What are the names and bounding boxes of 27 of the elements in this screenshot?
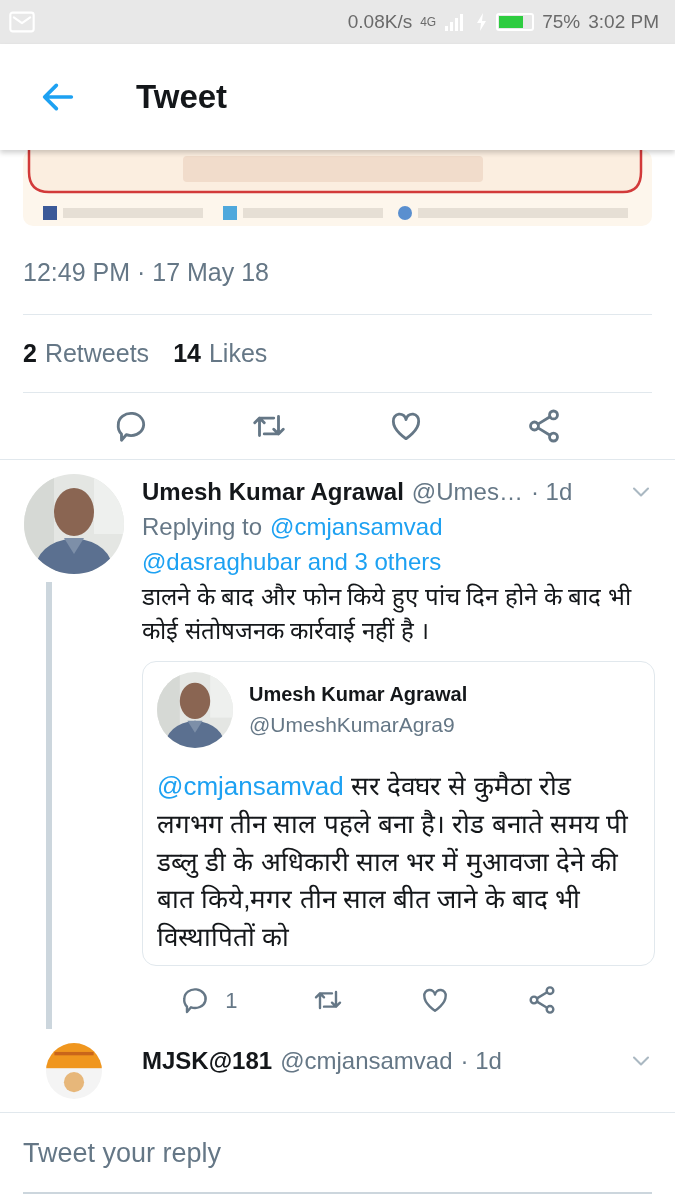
stat-label[interactable]: Likes — [208, 334, 268, 372]
quoted-tweet-card[interactable] — [142, 661, 655, 966]
tweet-age: · 1d — [460, 1045, 502, 1076]
battery-percentage: 75% — [542, 9, 581, 34]
stat-count: 2 — [23, 337, 37, 369]
stat-label[interactable]: Retweets — [44, 334, 150, 372]
replying-label: Replying to — [142, 512, 263, 542]
tweet-age: · 1d — [530, 477, 573, 507]
mention-link[interactable]: @cmjansamvad — [157, 771, 344, 802]
mention-link[interactable]: @dasraghubar and 3 others — [142, 547, 442, 575]
tweet-timestamp: 12:49 PM · 17 May 18 — [23, 226, 652, 315]
network-speed: 0.08K/s — [347, 9, 413, 34]
user-handle[interactable]: @cmjansamvad — [280, 1042, 453, 1079]
user-name[interactable]: MJSK@181 — [142, 1042, 273, 1079]
clock-time: 3:02 PM — [588, 9, 659, 34]
network-type: 4G — [420, 14, 437, 31]
user-handle[interactable]: @Umes… — [411, 474, 523, 510]
quoted-user-name: Umesh Kumar Agrawal — [249, 682, 468, 708]
reply-text: डालने के बाद और फोन किये हुए पांच दिन होने के बाद भी कोई संतोषजनक कार्रवाई नहीं है । — [142, 581, 633, 647]
user-name[interactable]: Umesh Kumar Agrawal — [142, 474, 404, 510]
page-title: Tweet — [136, 77, 228, 118]
quoted-user-handle: @UmeshKumarAgra9 — [249, 712, 456, 739]
reply-input-field[interactable]: Tweet your reply — [23, 1119, 652, 1194]
quoted-tweet-text: @cmjansamvad सर देवघर से कुमैठा रोड लगभग तीन साल पहले बना है। रोड बनाते समय पी डब्लु डी के अधिकारी साल भर में मुआवजा देने की बात किये,मगर तीन साल बीत जाने के बाद भी विस्थापितों को — [157, 770, 629, 954]
reply-count: 1 — [225, 986, 238, 1015]
mention-link[interactable]: @cmjansamvad — [270, 510, 443, 545]
stat-count: 14 — [173, 337, 201, 369]
